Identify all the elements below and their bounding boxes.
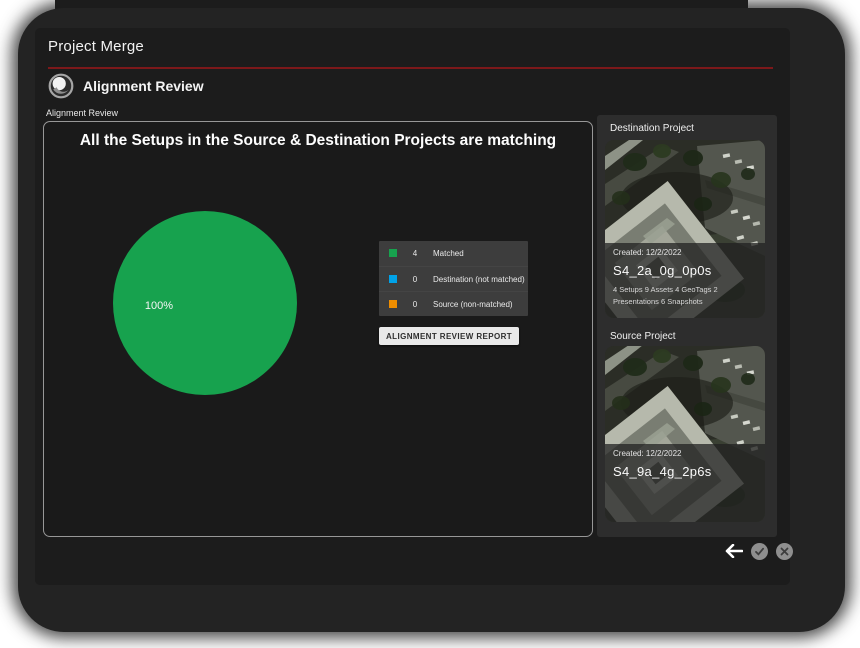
pie-chart: 100%: [113, 211, 297, 395]
destination-created-date: Created: 12/2/2022: [613, 248, 757, 257]
panel-label: Alignment Review: [46, 108, 118, 118]
legend-row-matched: 4 Matched: [379, 241, 528, 266]
destination-project-label: Destination Project: [610, 123, 694, 134]
legend-count: 0: [409, 275, 421, 284]
source-project-label: Source Project: [610, 331, 676, 342]
panel-heading: All the Setups in the Source & Destinati…: [44, 132, 592, 150]
check-circle-icon: [751, 543, 768, 560]
chart-legend: 4 Matched 0 Destination (not matched) 0 …: [379, 241, 528, 316]
source-created-date: Created: 12/2/2022: [613, 449, 757, 458]
confirm-button[interactable]: [750, 542, 768, 560]
cancel-button[interactable]: [775, 542, 793, 560]
destination-project-meta: 4 Setups 9 Assets 4 GeoTags 2 Presentati…: [613, 284, 763, 307]
destination-project-info: Created: 12/2/2022 S4_2a_0g_0p0s 4 Setup…: [605, 243, 765, 318]
section-header: Alignment Review: [48, 73, 204, 99]
legend-row-source-non-matched: 0 Source (non-matched): [379, 291, 528, 316]
legend-label: Matched: [433, 249, 464, 258]
destination-project-card: Created: 12/2/2022 S4_2a_0g_0p0s 4 Setup…: [605, 140, 765, 318]
source-project-card: Created: 12/2/2022 S4_9a_4g_2p6s: [605, 346, 765, 522]
source-project-info: Created: 12/2/2022 S4_9a_4g_2p6s: [605, 444, 765, 522]
legend-swatch-source: [389, 300, 397, 308]
page-background: Project Merge Alignment Review Alignment…: [0, 0, 860, 648]
projects-sidebar: Destination Project Created: 12/2/2022 S…: [597, 115, 777, 537]
destination-project-name: S4_2a_0g_0p0s: [613, 263, 757, 278]
pie-percentage-label: 100%: [131, 300, 187, 312]
legend-row-destination-not-matched: 0 Destination (not matched): [379, 266, 528, 291]
legend-label: Destination (not matched): [433, 275, 525, 284]
wizard-actions: [725, 542, 793, 560]
back-button[interactable]: [725, 542, 743, 560]
source-project-name: S4_9a_4g_2p6s: [613, 464, 757, 479]
legend-swatch-destination: [389, 275, 397, 283]
section-title: Alignment Review: [83, 78, 204, 94]
title-divider: [48, 67, 773, 69]
legend-count: 4: [409, 249, 421, 258]
alignment-review-sphere-icon: [48, 73, 74, 99]
close-circle-icon: [776, 543, 793, 560]
legend-swatch-matched: [389, 249, 397, 257]
window-title: Project Merge: [48, 38, 144, 55]
arrow-left-icon: [725, 544, 743, 558]
alignment-review-panel: All the Setups in the Source & Destinati…: [43, 121, 593, 537]
project-merge-window: Project Merge Alignment Review Alignment…: [35, 28, 790, 585]
alignment-review-report-button[interactable]: ALIGNMENT REVIEW REPORT: [379, 327, 519, 345]
legend-count: 0: [409, 300, 421, 309]
legend-label: Source (non-matched): [433, 300, 513, 309]
